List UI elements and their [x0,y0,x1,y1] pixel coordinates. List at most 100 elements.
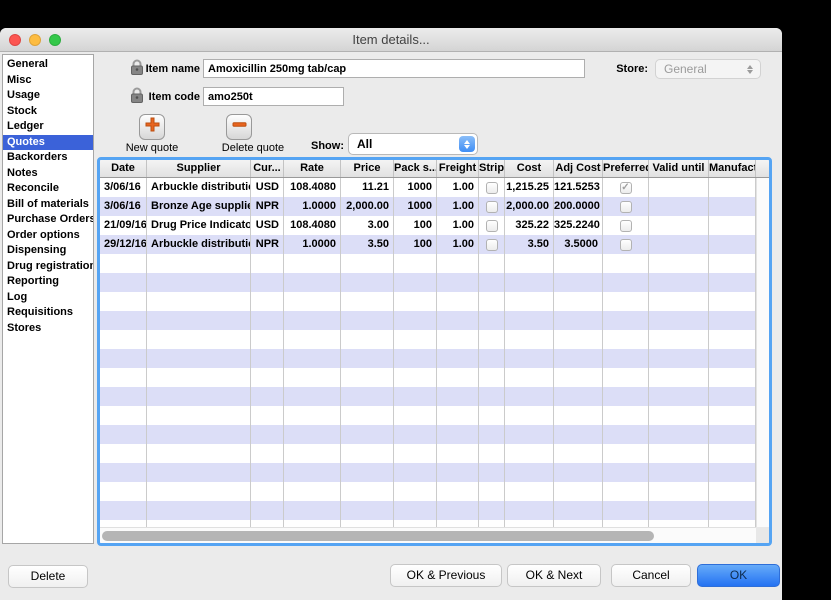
empty-row [100,482,756,501]
close-window-button[interactable] [9,34,21,46]
sidebar-item-bill-of-materials[interactable]: Bill of materials [3,197,93,213]
column-header-date[interactable]: Date [100,160,147,177]
horizontal-scrollbar-thumb[interactable] [102,531,654,541]
item-code-input[interactable] [203,87,344,106]
show-filter-select[interactable]: All [348,133,478,155]
sidebar-item-misc[interactable]: Misc [3,73,93,89]
sidebar-item-stores[interactable]: Stores [3,321,93,337]
cell-rate [284,349,341,368]
minimize-window-button[interactable] [29,34,41,46]
quote-row[interactable]: 29/12/16 Arbuckle distribution NPR 1.0000 3.… [100,235,756,254]
cell-supplier [147,330,251,349]
cell-adj_cost: 325.2240 [554,216,603,235]
preferred-checkbox[interactable]: ✓ [619,181,632,194]
vertical-scrollbar[interactable] [756,178,769,527]
column-header-strip[interactable]: Strip [479,160,505,177]
cell-date [100,425,147,444]
cell-pack: 100 [394,216,437,235]
new-quote-button[interactable] [139,114,165,140]
cell-preferred [603,444,649,463]
cell-pack: 1000 [394,178,437,197]
cell-supplier: Arbuckle distribution [147,178,251,197]
strip-checkbox[interactable] [485,200,498,213]
cell-manufacturer [709,254,756,273]
strip-checkbox[interactable] [485,219,498,232]
ok-button[interactable]: OK [697,564,780,587]
preferred-checkbox[interactable] [619,200,632,213]
titlebar[interactable]: Item details... [0,28,782,52]
sidebar-item-general[interactable]: General [3,57,93,73]
cell-strip [479,444,505,463]
column-header-rate[interactable]: Rate [284,160,341,177]
zoom-window-button[interactable] [49,34,61,46]
sidebar-item-dispensing[interactable]: Dispensing [3,243,93,259]
cell-preferred [603,387,649,406]
traffic-lights [9,34,61,46]
cell-rate: 1.0000 [284,197,341,216]
sidebar-item-ledger[interactable]: Ledger [3,119,93,135]
sidebar-item-log[interactable]: Log [3,290,93,306]
cell-adj_cost: 3.5000 [554,235,603,254]
cell-cost [505,368,554,387]
column-header-manufacturer[interactable]: Manufact.. [709,160,756,177]
cell-supplier [147,387,251,406]
column-header-preferred[interactable]: Preferred [603,160,649,177]
cell-cur: NPR [251,235,284,254]
column-header-supplier[interactable]: Supplier [147,160,251,177]
cell-valid_until [649,368,709,387]
column-header-price[interactable]: Price [341,160,394,177]
sidebar-item-purchase-orders[interactable]: Purchase Orders [3,212,93,228]
column-header-pack[interactable]: Pack s... [394,160,437,177]
preferred-checkbox[interactable] [619,219,632,232]
sidebar-item-notes[interactable]: Notes [3,166,93,182]
strip-checkbox[interactable] [485,181,498,194]
column-header-adj_cost[interactable]: Adj Cost [554,160,603,177]
column-header-freight[interactable]: Freight [437,160,479,177]
column-header-valid_until[interactable]: Valid until [649,160,709,177]
quote-row[interactable]: 21/09/16 Drug Price Indicator USD 108.4080 3… [100,216,756,235]
cell-strip [479,330,505,349]
sidebar-item-backorders[interactable]: Backorders [3,150,93,166]
cell-freight [437,330,479,349]
cell-date [100,501,147,520]
cancel-button[interactable]: Cancel [611,564,691,587]
column-header-cost[interactable]: Cost [505,160,554,177]
store-select[interactable]: General [655,59,761,79]
preferred-checkbox[interactable] [619,238,632,251]
cell-preferred [603,330,649,349]
cell-price [341,406,394,425]
cell-price: 2,000.00 [341,197,394,216]
sidebar-item-requisitions[interactable]: Requisitions [3,305,93,321]
ok-previous-button[interactable]: OK & Previous [390,564,502,587]
sidebar-item-drug-registration[interactable]: Drug registration [3,259,93,275]
cell-cost [505,292,554,311]
delete-quote-button[interactable] [226,114,252,140]
sidebar-item-stock[interactable]: Stock [3,104,93,120]
cell-preferred [603,197,649,216]
delete-button[interactable]: Delete [8,565,88,588]
cell-price [341,292,394,311]
sidebar-item-order-options[interactable]: Order options [3,228,93,244]
cell-freight [437,311,479,330]
quote-row[interactable]: 3/06/16 Bronze Age supplies NPR 1.0000 2,000… [100,197,756,216]
ok-next-button[interactable]: OK & Next [507,564,601,587]
sidebar-item-quotes[interactable]: Quotes [3,134,93,150]
cell-cost [505,387,554,406]
sidebar-item-reconcile[interactable]: Reconcile [3,181,93,197]
cell-preferred [603,368,649,387]
strip-checkbox[interactable] [485,238,498,251]
cell-valid_until [649,235,709,254]
cell-valid_until [649,463,709,482]
cell-rate [284,406,341,425]
column-header-cur[interactable]: Cur... [251,160,284,177]
cell-strip [479,178,505,197]
cell-cur [251,501,284,520]
sidebar-item-usage[interactable]: Usage [3,88,93,104]
horizontal-scrollbar[interactable] [100,527,756,543]
quote-row[interactable]: 3/06/16 Arbuckle distribution USD 108.4080 1… [100,178,756,197]
cell-adj_cost [554,406,603,425]
empty-row [100,425,756,444]
show-filter-value: All [357,137,373,151]
item-name-input[interactable] [203,59,585,78]
sidebar-item-reporting[interactable]: Reporting [3,274,93,290]
